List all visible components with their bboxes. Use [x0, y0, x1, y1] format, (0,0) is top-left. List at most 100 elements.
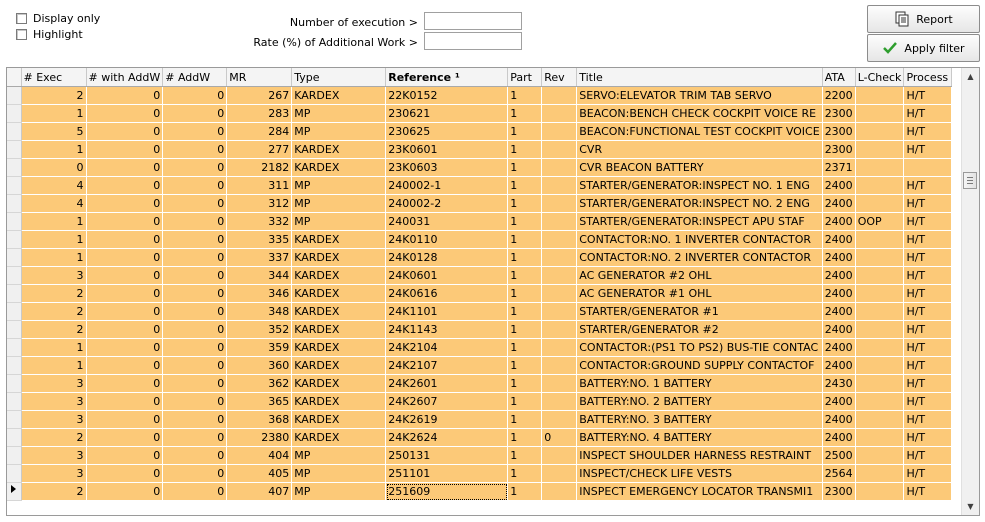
cell-part[interactable]: 1 [507, 338, 543, 357]
cell-mr[interactable]: 368 [226, 410, 293, 429]
cell-with-addw[interactable]: 0 [86, 392, 164, 411]
cell-addw[interactable]: 0 [162, 428, 228, 447]
cell-title[interactable]: SERVO:ELEVATOR TRIM TAB SERVO [576, 86, 823, 105]
cell-lcheck[interactable] [855, 176, 905, 195]
cell-part[interactable]: 1 [507, 140, 543, 159]
cell-exec[interactable]: 3 [21, 374, 87, 393]
cell-exec[interactable]: 1 [21, 230, 87, 249]
cell-rev[interactable] [541, 410, 578, 429]
cell-exec[interactable]: 3 [21, 464, 87, 483]
cell-title[interactable]: STARTER/GENERATOR #1 [576, 302, 823, 321]
cell-addw[interactable]: 0 [162, 248, 228, 267]
cell-type[interactable]: KARDEX [291, 230, 387, 249]
cell-ata[interactable]: 2400 [822, 194, 856, 213]
cell-with-addw[interactable]: 0 [86, 284, 164, 303]
cell-addw[interactable]: 0 [162, 410, 228, 429]
cell-rev[interactable] [541, 104, 578, 123]
cell-mr[interactable]: 346 [226, 284, 293, 303]
cell-process[interactable]: H/T [903, 140, 953, 159]
cell-rev[interactable] [541, 194, 578, 213]
cell-type[interactable]: KARDEX [291, 86, 387, 105]
cell-process[interactable]: H/T [903, 86, 953, 105]
cell-lcheck[interactable] [855, 338, 905, 357]
cell-mr[interactable]: 337 [226, 248, 293, 267]
cell-rev[interactable] [541, 266, 578, 285]
cell-exec[interactable]: 2 [21, 284, 87, 303]
cell-type[interactable]: KARDEX [291, 392, 387, 411]
cell-ata[interactable]: 2400 [822, 338, 856, 357]
cell-reference[interactable]: 24K0601 [385, 266, 509, 285]
cell-mr[interactable]: 365 [226, 392, 293, 411]
cell-part[interactable]: 1 [507, 428, 543, 447]
cell-part[interactable]: 1 [507, 284, 543, 303]
cell-title[interactable]: BATTERY:NO. 3 BATTERY [576, 410, 823, 429]
cell-addw[interactable]: 0 [162, 176, 228, 195]
cell-type[interactable]: MP [291, 212, 387, 231]
cell-ata[interactable]: 2564 [822, 464, 856, 483]
table-row[interactable]: 2 0 0 352 KARDEX 24K1143 1 STARTER/GENERATOR #2… [7, 320, 953, 339]
table-row[interactable]: 1 0 0 359 KARDEX 24K2104 1 CONTACTOR:(PS1 TO PS… [7, 338, 953, 357]
exec-count-input[interactable] [424, 12, 522, 30]
row-indicator[interactable] [7, 122, 22, 141]
cell-ata[interactable]: 2300 [822, 482, 856, 501]
cell-process[interactable]: H/T [903, 374, 953, 393]
cell-title[interactable]: CONTACTOR:(PS1 TO PS2) BUS-TIE CONTAC [576, 338, 823, 357]
cell-title[interactable]: BATTERY:NO. 2 BATTERY [576, 392, 823, 411]
col-header-reference[interactable]: Reference ¹ [385, 68, 509, 87]
row-indicator[interactable] [7, 392, 22, 411]
table-row[interactable]: 1 0 0 337 KARDEX 24K0128 1 CONTACTOR:NO. 2 INVE… [7, 248, 953, 267]
cell-exec[interactable]: 3 [21, 266, 87, 285]
cell-part[interactable]: 1 [507, 410, 543, 429]
cell-title[interactable]: AC GENERATOR #1 OHL [576, 284, 823, 303]
cell-type[interactable]: KARDEX [291, 356, 387, 375]
cell-lcheck[interactable] [855, 428, 905, 447]
cell-mr[interactable]: 360 [226, 356, 293, 375]
cell-type[interactable]: KARDEX [291, 266, 387, 285]
cell-exec[interactable]: 0 [21, 158, 87, 177]
cell-exec[interactable]: 4 [21, 194, 87, 213]
cell-lcheck[interactable] [855, 86, 905, 105]
scroll-down-icon[interactable]: ▼ [962, 498, 979, 515]
cell-with-addw[interactable]: 0 [86, 356, 164, 375]
report-button[interactable]: Report [867, 5, 980, 33]
cell-mr[interactable]: 362 [226, 374, 293, 393]
table-row[interactable]: 1 0 0 360 KARDEX 24K2107 1 CONTACTOR:GROUND SUP… [7, 356, 953, 375]
cell-rev[interactable] [541, 158, 578, 177]
cell-with-addw[interactable]: 0 [86, 158, 164, 177]
row-indicator[interactable] [7, 446, 22, 465]
cell-title[interactable]: CVR [576, 140, 823, 159]
cell-mr[interactable]: 2182 [226, 158, 293, 177]
cell-mr[interactable]: 348 [226, 302, 293, 321]
cell-type[interactable]: MP [291, 446, 387, 465]
cell-addw[interactable]: 0 [162, 194, 228, 213]
cell-process[interactable]: H/T [903, 320, 953, 339]
cell-with-addw[interactable]: 0 [86, 194, 164, 213]
cell-lcheck[interactable] [855, 158, 905, 177]
cell-type[interactable]: MP [291, 482, 387, 501]
cell-lcheck[interactable] [855, 104, 905, 123]
cell-ata[interactable]: 2300 [822, 140, 856, 159]
row-indicator[interactable] [7, 302, 22, 321]
cell-reference[interactable]: 24K2601 [385, 374, 509, 393]
table-row[interactable]: 3 0 0 368 KARDEX 24K2619 1 BATTERY:NO. 3 BATTER… [7, 410, 953, 429]
cell-type[interactable]: MP [291, 464, 387, 483]
cell-type[interactable]: KARDEX [291, 284, 387, 303]
cell-title[interactable]: CONTACTOR:NO. 1 INVERTER CONTACTOR [576, 230, 823, 249]
cell-with-addw[interactable]: 0 [86, 104, 164, 123]
cell-mr[interactable]: 405 [226, 464, 293, 483]
row-indicator[interactable] [7, 194, 22, 213]
cell-ata[interactable]: 2400 [822, 248, 856, 267]
cell-process[interactable]: H/T [903, 446, 953, 465]
cell-ata[interactable]: 2200 [822, 86, 856, 105]
cell-ata[interactable]: 2400 [822, 320, 856, 339]
row-indicator[interactable] [7, 374, 22, 393]
cell-with-addw[interactable]: 0 [86, 140, 164, 159]
cell-addw[interactable]: 0 [162, 158, 228, 177]
cell-part[interactable]: 1 [507, 176, 543, 195]
cell-exec[interactable]: 5 [21, 122, 87, 141]
table-row[interactable]: 3 0 0 365 KARDEX 24K2607 1 BATTERY:NO. 2 BATTER… [7, 392, 953, 411]
cell-reference[interactable]: 240002-2 [385, 194, 509, 213]
display-only-checkbox[interactable]: Display only [16, 11, 100, 25]
table-row[interactable]: 3 0 0 405 MP 251101 1 INSPECT/CHECK LIFE VESTS 2… [7, 464, 953, 483]
cell-addw[interactable]: 0 [162, 104, 228, 123]
